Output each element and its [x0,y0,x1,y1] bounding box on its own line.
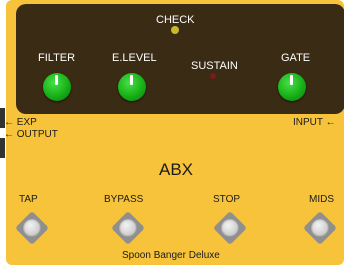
tap-label: TAP [19,194,38,205]
sustain-label: SUSTAIN [191,60,238,72]
brand-label: Spoon Banger Deluxe [122,250,220,261]
output-label: ← OUTPUT [6,129,58,140]
pedal-body: CHECK FILTER E.LEVEL SUSTAIN GATE ← EXP … [6,0,344,265]
pedal-name: ABX [159,160,194,179]
output-jack[interactable] [0,138,5,158]
elevel-knob[interactable] [118,73,146,101]
mids-label: MIDS [309,194,334,205]
filter-label: FILTER [38,52,76,64]
gate-label: GATE [281,52,311,64]
sustain-led [210,73,216,79]
stop-footswitch[interactable] [213,211,247,245]
stop-label: STOP [213,194,241,205]
mids-footswitch[interactable] [303,211,337,245]
gate-knob[interactable] [278,73,306,101]
exp-jack[interactable] [0,108,5,128]
bypass-label: BYPASS [104,194,144,205]
filter-knob[interactable] [43,73,71,101]
check-led [171,26,179,34]
input-label: INPUT ← [293,117,336,128]
tap-footswitch[interactable] [15,211,49,245]
elevel-label: E.LEVEL [112,52,157,64]
bypass-footswitch[interactable] [111,211,145,245]
